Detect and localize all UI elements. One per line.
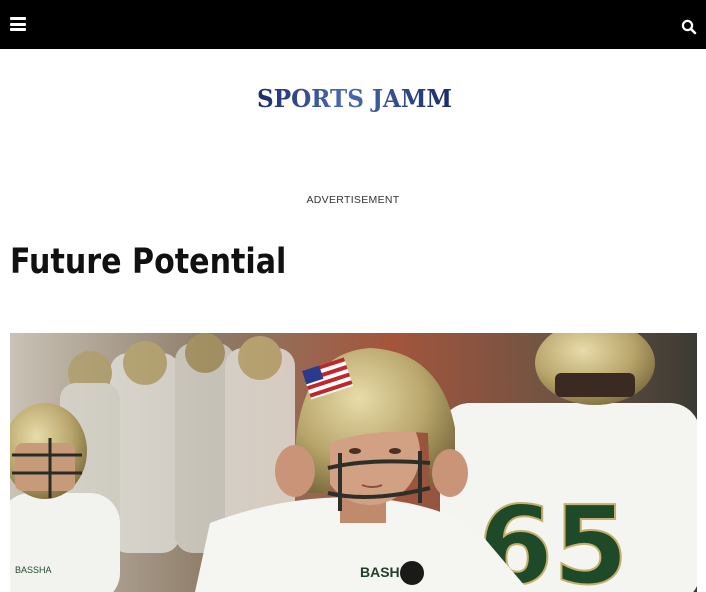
menu-bar-line <box>10 28 26 31</box>
search-icon[interactable] <box>681 19 697 35</box>
advertisement-label: ADVERTISEMENT <box>306 194 400 206</box>
hamburger-menu-icon[interactable] <box>10 17 26 31</box>
menu-bar-line <box>10 22 26 26</box>
site-logo-text: SPORTS JAMM <box>257 84 452 113</box>
svg-text:BASH: BASH <box>360 564 400 580</box>
svg-text:BASSHA: BASSHA <box>15 565 52 575</box>
article-title: Future Potential <box>10 242 287 282</box>
site-logo[interactable]: SPORTS JAMM <box>256 84 453 114</box>
hero-image-illustration: BASSHA 65 BASH <box>10 333 697 592</box>
top-navigation-bar <box>0 0 706 49</box>
menu-bar-line <box>10 17 26 20</box>
hero-image[interactable]: BASSHA 65 BASH <box>10 333 697 592</box>
